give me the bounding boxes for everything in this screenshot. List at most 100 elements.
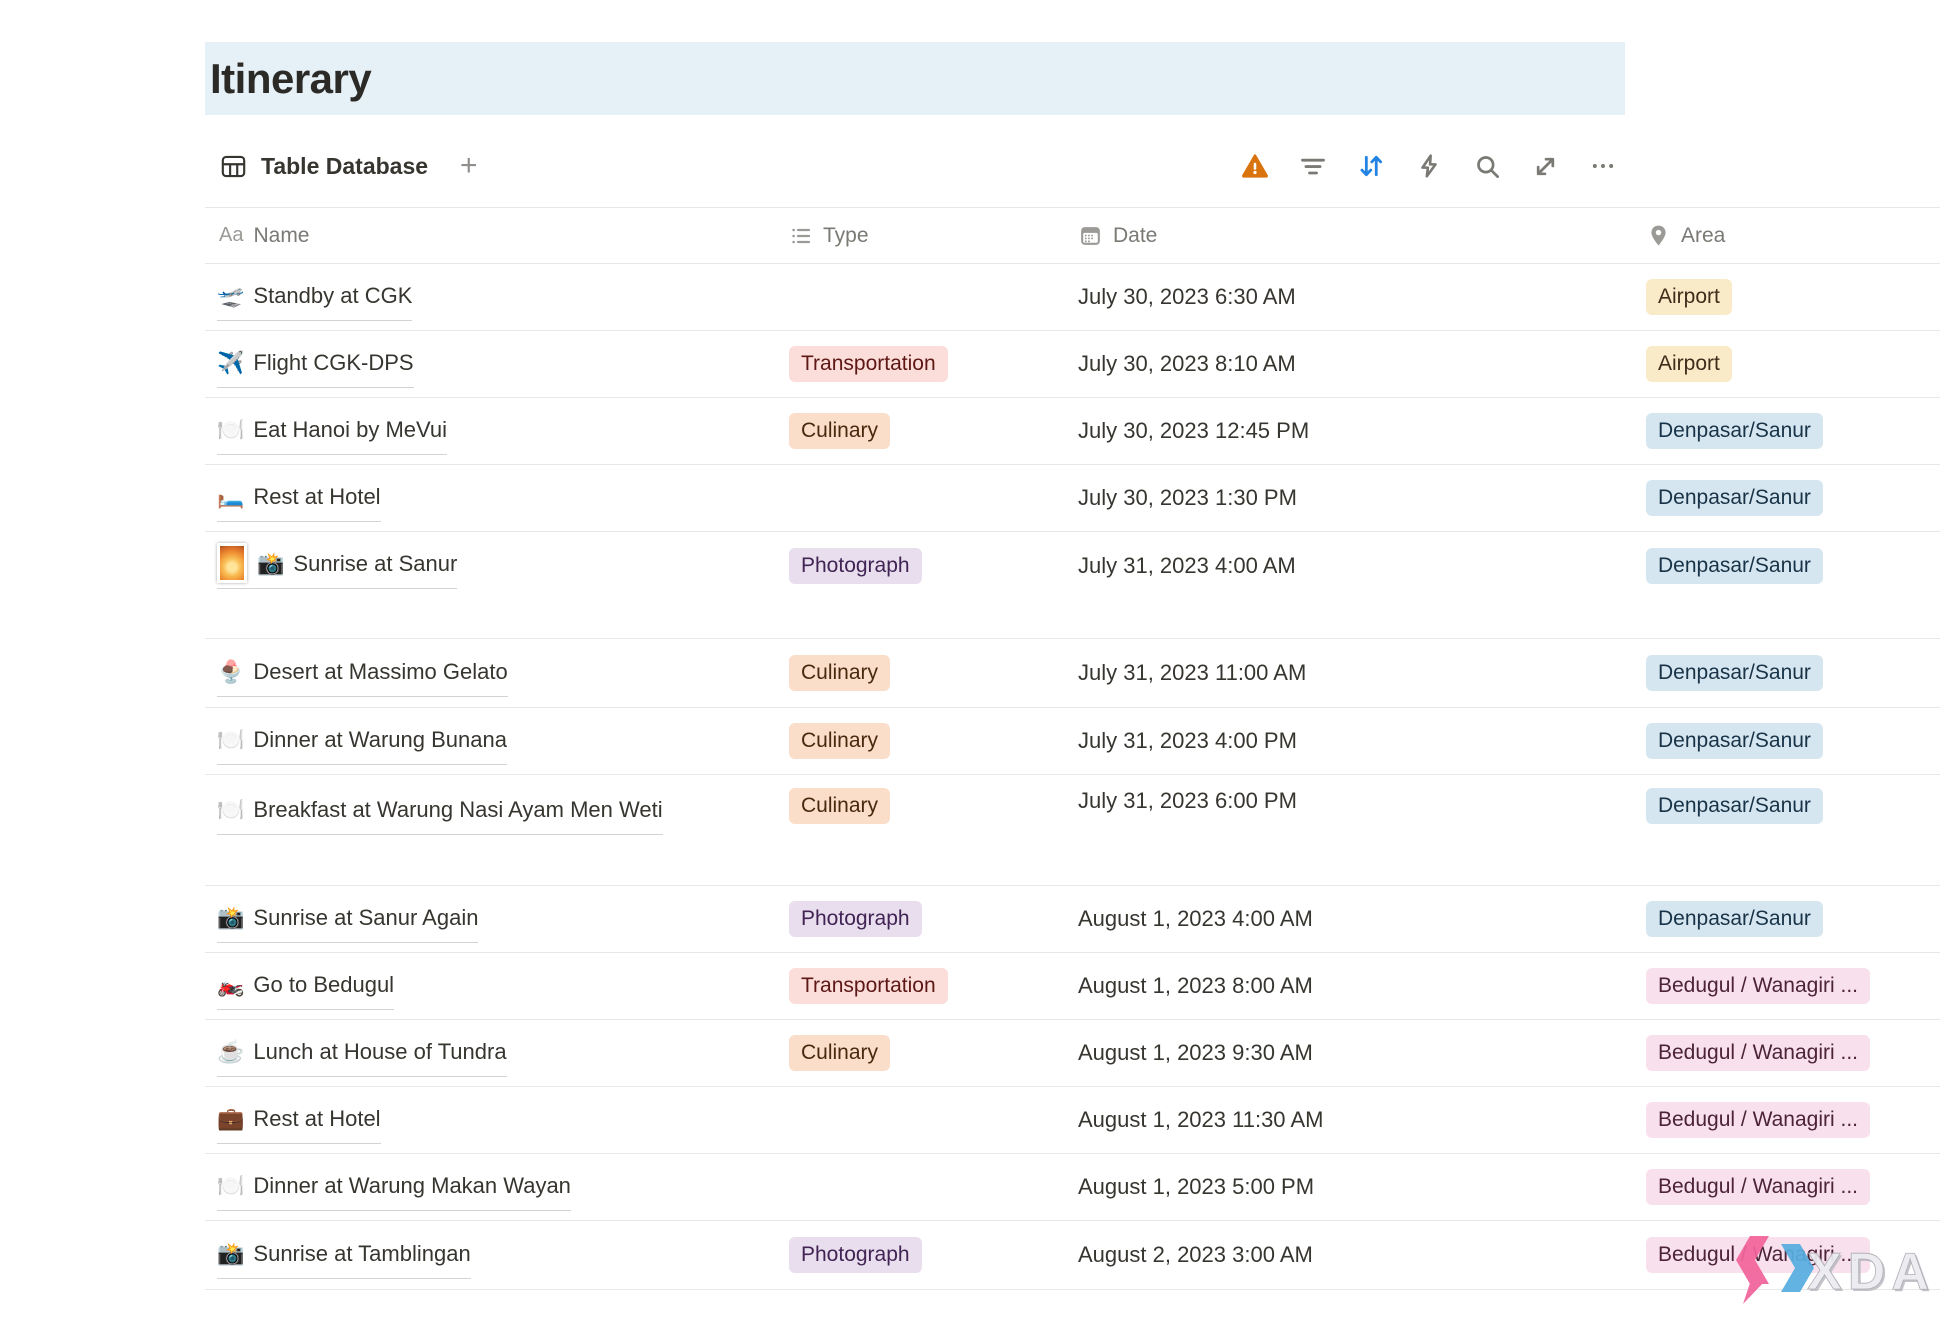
page-link[interactable]: 🛏️Rest at Hotel <box>217 475 381 522</box>
name-cell[interactable]: 🍽️Dinner at Warung Bunana <box>205 718 775 765</box>
view-tab-table-database[interactable]: Table Database <box>261 153 428 180</box>
area-cell[interactable]: Denpasar/Sanur <box>1638 901 1940 937</box>
date-cell[interactable]: July 31, 2023 4:00 PM <box>1070 728 1638 754</box>
date-cell[interactable]: July 31, 2023 11:00 AM <box>1070 660 1638 686</box>
date-cell[interactable]: July 30, 2023 1:30 PM <box>1070 485 1638 511</box>
type-tag[interactable]: Culinary <box>789 723 890 759</box>
page-link[interactable]: 🍽️Eat Hanoi by MeVui <box>217 408 447 455</box>
date-cell[interactable]: July 30, 2023 8:10 AM <box>1070 351 1638 377</box>
date-cell[interactable]: August 1, 2023 5:00 PM <box>1070 1174 1638 1200</box>
name-cell[interactable]: 🌅📸Sunrise at Sanur <box>205 542 775 589</box>
type-cell[interactable]: Photograph <box>775 548 1070 584</box>
type-cell[interactable]: Culinary <box>775 1035 1070 1071</box>
page-link[interactable]: ✈️Flight CGK-DPS <box>217 341 414 388</box>
area-cell[interactable]: Denpasar/Sanur <box>1638 655 1940 691</box>
area-cell[interactable]: Bedugul / Wanagiri ... <box>1638 968 1940 1004</box>
type-cell[interactable]: Culinary <box>775 723 1070 759</box>
table-row[interactable]: 🏍️Go to Bedugul Transportation August 1,… <box>205 953 1940 1020</box>
area-cell[interactable]: Airport <box>1638 279 1940 315</box>
warning-icon[interactable] <box>1241 152 1269 180</box>
area-tag[interactable]: Airport <box>1646 279 1732 315</box>
table-row[interactable]: 📸Sunrise at Sanur Again Photograph Augus… <box>205 886 1940 953</box>
search-icon[interactable] <box>1473 152 1501 180</box>
table-row[interactable]: 🍨Desert at Massimo Gelato Culinary July … <box>205 639 1940 708</box>
column-header-date[interactable]: Date <box>1070 223 1638 248</box>
date-cell[interactable]: August 1, 2023 4:00 AM <box>1070 906 1638 932</box>
type-cell[interactable]: Culinary <box>775 775 1070 824</box>
column-header-name[interactable]: Aa Name <box>205 224 775 248</box>
type-tag[interactable]: Culinary <box>789 788 890 824</box>
filter-icon[interactable] <box>1299 152 1327 180</box>
type-tag[interactable]: Culinary <box>789 655 890 691</box>
table-row[interactable]: 📸Sunrise at Tamblingan Photograph August… <box>205 1221 1940 1290</box>
area-cell[interactable]: Bedugul / Wanagiri ... <box>1638 1169 1940 1205</box>
name-cell[interactable]: 🍽️Eat Hanoi by MeVui <box>205 408 775 455</box>
name-cell[interactable]: ✈️Flight CGK-DPS <box>205 341 775 388</box>
date-cell[interactable]: July 30, 2023 6:30 AM <box>1070 284 1638 310</box>
table-row[interactable]: 🍽️Dinner at Warung Makan Wayan August 1,… <box>205 1154 1940 1221</box>
page-link[interactable]: 📸Sunrise at Sanur Again <box>217 896 478 943</box>
area-cell[interactable]: Bedugul / Wanagiri ... <box>1638 1102 1940 1138</box>
area-cell[interactable]: Airport <box>1638 346 1940 382</box>
sort-icon[interactable] <box>1357 152 1385 180</box>
type-cell[interactable]: Transportation <box>775 968 1070 1004</box>
page-link[interactable]: 🍽️Dinner at Warung Bunana <box>217 718 507 765</box>
name-cell[interactable]: 🛫Standby at CGK <box>205 274 775 321</box>
table-row[interactable]: 🛫Standby at CGK July 30, 2023 6:30 AM Ai… <box>205 264 1940 331</box>
area-tag[interactable]: Bedugul / Wanagiri ... <box>1646 1035 1870 1071</box>
date-cell[interactable]: July 30, 2023 12:45 PM <box>1070 418 1638 444</box>
area-cell[interactable]: Denpasar/Sanur <box>1638 480 1940 516</box>
page-link[interactable]: 🍽️Breakfast at Warung Nasi Ayam Men Weti <box>217 788 663 835</box>
page-link[interactable]: 🍨Desert at Massimo Gelato <box>217 650 508 697</box>
table-row[interactable]: 🍽️Breakfast at Warung Nasi Ayam Men Weti… <box>205 775 1940 886</box>
type-tag[interactable]: Photograph <box>789 1237 922 1273</box>
date-cell[interactable]: August 1, 2023 9:30 AM <box>1070 1040 1638 1066</box>
date-cell[interactable]: August 1, 2023 8:00 AM <box>1070 973 1638 999</box>
more-options-icon[interactable] <box>1589 152 1617 180</box>
type-cell[interactable]: Photograph <box>775 1237 1070 1273</box>
type-cell[interactable]: Transportation <box>775 346 1070 382</box>
page-link[interactable]: 🏍️Go to Bedugul <box>217 963 394 1010</box>
type-cell[interactable]: Culinary <box>775 655 1070 691</box>
area-cell[interactable]: Denpasar/Sanur <box>1638 548 1940 584</box>
automations-icon[interactable] <box>1415 152 1443 180</box>
area-cell[interactable]: Denpasar/Sanur <box>1638 723 1940 759</box>
page-link[interactable]: 💼Rest at Hotel <box>217 1097 381 1144</box>
area-cell[interactable]: Denpasar/Sanur <box>1638 775 1940 824</box>
page-link[interactable]: ☕Lunch at House of Tundra <box>217 1030 507 1077</box>
page-link[interactable]: 🛫Standby at CGK <box>217 274 412 321</box>
type-tag[interactable]: Culinary <box>789 1035 890 1071</box>
type-cell[interactable]: Culinary <box>775 413 1070 449</box>
page-link[interactable]: 🌅📸Sunrise at Sanur <box>217 542 457 589</box>
name-cell[interactable]: 🍽️Dinner at Warung Makan Wayan <box>205 1164 775 1211</box>
name-cell[interactable]: ☕Lunch at House of Tundra <box>205 1030 775 1077</box>
table-row[interactable]: 💼Rest at Hotel August 1, 2023 11:30 AM B… <box>205 1087 1940 1154</box>
add-view-button[interactable]: + <box>460 151 478 181</box>
name-cell[interactable]: 🛏️Rest at Hotel <box>205 475 775 522</box>
area-tag[interactable]: Denpasar/Sanur <box>1646 548 1823 584</box>
type-cell[interactable]: Photograph <box>775 901 1070 937</box>
area-cell[interactable]: Bedugul / Wanagiri ... <box>1638 1035 1940 1071</box>
type-tag[interactable]: Photograph <box>789 548 922 584</box>
table-row[interactable]: 🌅📸Sunrise at Sanur Photograph July 31, 2… <box>205 532 1940 599</box>
area-tag[interactable]: Denpasar/Sanur <box>1646 480 1823 516</box>
area-tag[interactable]: Airport <box>1646 346 1732 382</box>
table-row[interactable]: 🍽️Dinner at Warung Bunana Culinary July … <box>205 708 1940 775</box>
area-tag[interactable]: Bedugul / Wanagiri ... <box>1646 1102 1870 1138</box>
table-row[interactable]: ☕Lunch at House of Tundra Culinary Augus… <box>205 1020 1940 1087</box>
area-tag[interactable]: Bedugul / Wanagiri ... <box>1646 968 1870 1004</box>
type-tag[interactable]: Photograph <box>789 901 922 937</box>
table-row[interactable]: 🛏️Rest at Hotel July 30, 2023 1:30 PM De… <box>205 465 1940 532</box>
table-row[interactable]: 🍽️Eat Hanoi by MeVui Culinary July 30, 2… <box>205 398 1940 465</box>
column-header-area[interactable]: Area <box>1638 223 1940 248</box>
date-cell[interactable]: August 1, 2023 11:30 AM <box>1070 1107 1638 1133</box>
date-cell[interactable]: August 2, 2023 3:00 AM <box>1070 1242 1638 1268</box>
page-link[interactable]: 📸Sunrise at Tamblingan <box>217 1232 471 1279</box>
name-cell[interactable]: 🏍️Go to Bedugul <box>205 963 775 1010</box>
area-tag[interactable]: Denpasar/Sanur <box>1646 413 1823 449</box>
name-cell[interactable]: 💼Rest at Hotel <box>205 1097 775 1144</box>
area-tag[interactable]: Bedugul / Wanagiri ... <box>1646 1169 1870 1205</box>
area-tag[interactable]: Denpasar/Sanur <box>1646 788 1823 824</box>
type-tag[interactable]: Transportation <box>789 968 948 1004</box>
type-tag[interactable]: Transportation <box>789 346 948 382</box>
